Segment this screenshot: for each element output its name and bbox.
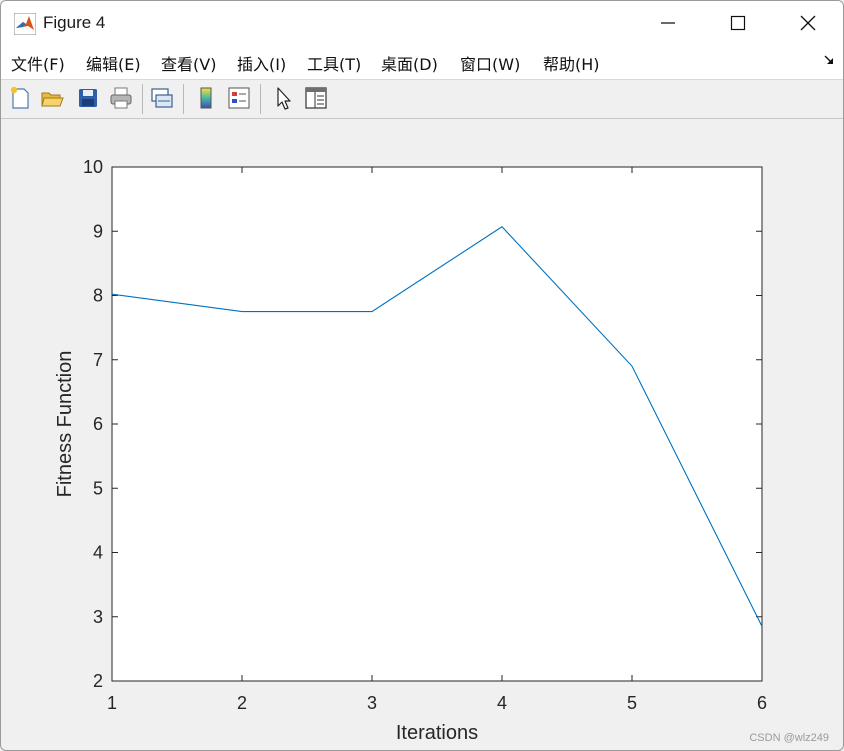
line-chart: 1 2 3 4 5 62345678910IterationsFitness Functi… (54, 157, 767, 744)
y-tick-label: 5 (93, 478, 103, 498)
x-tick-label: 5 (627, 693, 637, 713)
y-tick-label: 4 (93, 543, 103, 563)
watermark: CSDN @wlz249 (749, 732, 829, 744)
y-tick-label: 3 (93, 607, 103, 627)
x-tick-label: 2 (237, 693, 247, 713)
y-axis-label: Fitness Function (54, 351, 76, 498)
x-axis-label: Iterations (396, 722, 478, 744)
y-tick-label: 9 (93, 221, 103, 241)
y-tick-label: 7 (93, 350, 103, 370)
x-tick-label: 3 (367, 693, 377, 713)
y-tick-label: 8 (93, 286, 103, 306)
y-tick-label: 10 (83, 157, 103, 177)
x-tick-label: 6 (757, 693, 767, 713)
x-tick-label: 4 (497, 693, 507, 713)
plot-area (112, 167, 762, 681)
y-tick-label: 6 (93, 414, 103, 434)
x-tick-label: 1 (107, 693, 117, 713)
figure-window: Figure 4 文件(F) 编辑(E) 查看(V) 插入(I) 工具(T) 桌… (0, 0, 844, 751)
y-tick-label: 2 (93, 671, 103, 691)
